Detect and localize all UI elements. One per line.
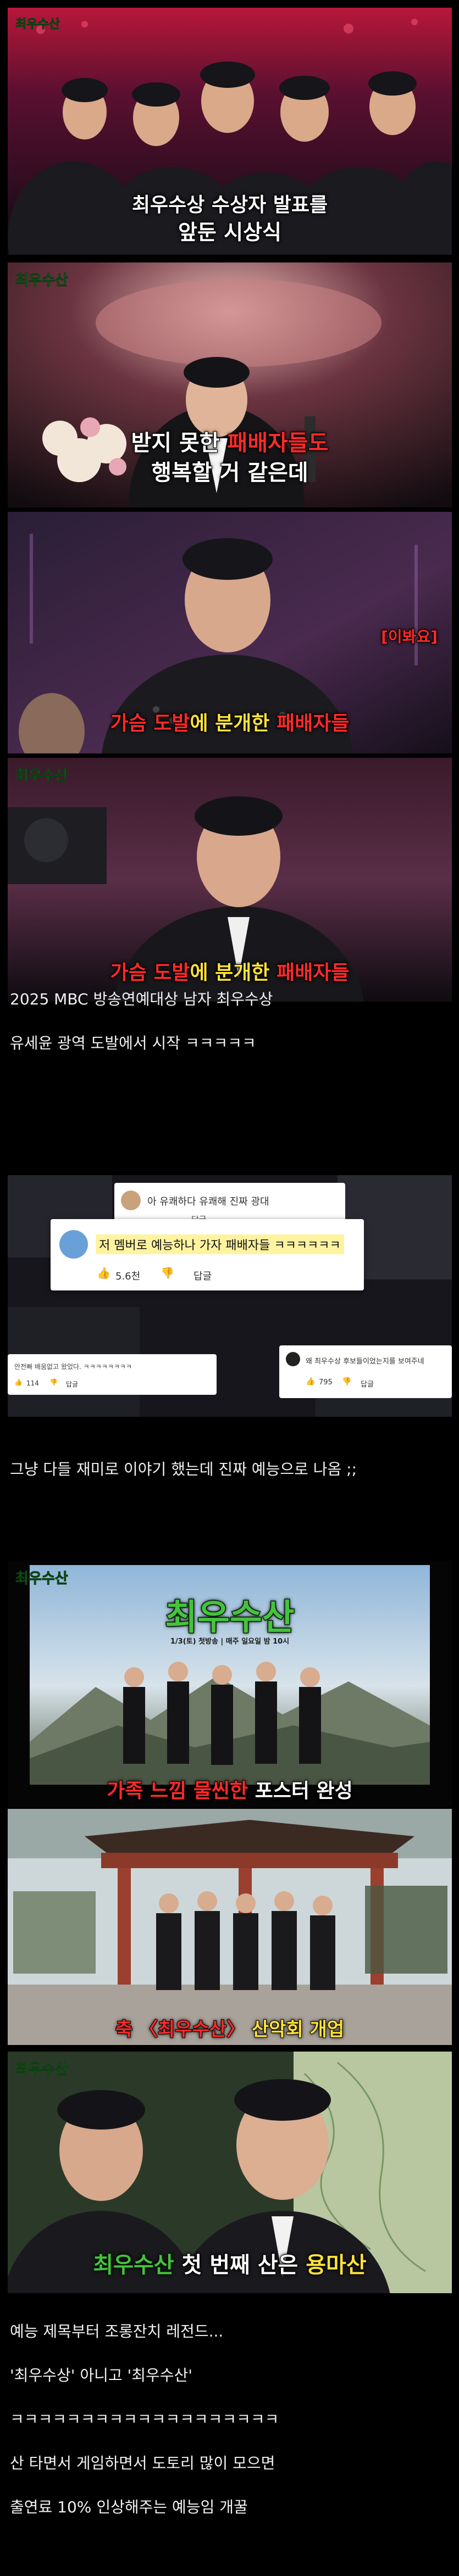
post-text-2-line1: 그냥 다들 재미로 이야기 했는데 진짜 예능으로 나옴 ;;: [10, 1460, 357, 1478]
scene2-caption-line1-highlight: 패배자들도: [227, 430, 329, 456]
comment-4-text: 왜 최우수상 후보들이었는지를 보여주네: [306, 1357, 424, 1366]
post-text-3-line3: ㅋㅋㅋㅋㅋㅋㅋㅋㅋㅋㅋㅋㅋㅋㅋㅋㅋㅋㅋ: [10, 2410, 279, 2428]
comment-2-like-icon[interactable]: 👍: [97, 1266, 110, 1279]
scene5-logo: 최우수산: [15, 1571, 69, 1588]
scene5-caption: 가족 느낌 물씬한 포스터 완성: [8, 1775, 452, 1803]
scene3-caption: 가슴 도발에 분개한 패배자들: [8, 707, 452, 736]
comments-collage: 아 유쾌하다 유쾌해 진짜 광대 답글 저 멤버로 예능하나 가자 패배자들 ㅋ…: [8, 1175, 452, 1417]
comment-card-4: 왜 최우수상 후보들이었는지를 보여주네 👍 795 👎 답글: [279, 1345, 452, 1398]
comment-4-likes: 795: [319, 1378, 333, 1387]
scene2-caption-line1: 받지 못한 패배자들도: [8, 425, 452, 457]
post-text-3-line4: 산 타면서 게임하면서 도토리 많이 모으면: [10, 2454, 275, 2472]
comment-card-3: 안전빠 배움없고 왔었다. ㅋㅋㅋㅋㅋㅋㅋㅋ 👍 114 👎 답글: [8, 1354, 217, 1395]
scene1-logo: 최우수산: [15, 18, 60, 32]
comment-4-like-icon[interactable]: 👍: [306, 1377, 315, 1386]
comment-card-2: 저 멤버로 예능하나 가자 패배자들 ㅋㅋㅋㅋㅋㅋ 👍 5.6천 👎 답글: [51, 1219, 364, 1290]
scene4-logo: 최우수산: [15, 768, 69, 785]
comment-3-likes: 114: [26, 1379, 39, 1387]
scene3-caption-highlight: 패배자들: [276, 712, 350, 735]
comment-2-likes: 5.6천: [115, 1271, 141, 1282]
scene7-caption-highlight: 용마산: [305, 2252, 367, 2278]
post-text-1-line2: 유세윤 광역 도발에서 시작 ㅋㅋㅋㅋㅋ: [10, 1034, 256, 1052]
scene4-photo: 최우수산 가슴 도발에 분개한 패배자들: [8, 758, 452, 1002]
scene2-caption-line1-pre: 받지 못한: [130, 430, 228, 456]
scene3-tag: [이봐요]: [380, 627, 438, 646]
comment-4-dislike-icon[interactable]: 👎: [342, 1377, 351, 1386]
scene7-logo: 최우수산: [15, 2061, 69, 2078]
comment-4-avatar: [286, 1352, 300, 1366]
scene2-photo: 최우수산 받지 못한 패배자들도 행복할 거 같은데: [8, 262, 452, 507]
comment-2-text: 저 멤버로 예능하나 가자 패배자들 ㅋㅋㅋㅋㅋㅋ: [96, 1234, 344, 1254]
scene5-poster-subtitle: 1/3(토) 첫방송 | 매주 일요일 밤 10시: [170, 1638, 290, 1646]
post-text-3-line1: 예능 제목부터 조롱잔치 레전드...: [10, 2322, 224, 2340]
scene4-caption-mid: 에 분개한: [189, 961, 277, 985]
scene6-caption-highlight: 산악회 개업: [251, 2018, 345, 2041]
scene6-caption: 축 〈최우수산〉 산악회 개업: [8, 2014, 452, 2041]
comment-3-dislike-icon[interactable]: 👎: [49, 1378, 58, 1386]
scene5-caption-pre: 가족 느낌 물씬한: [106, 1779, 255, 1803]
scene1-photo: 최우수산 최우수상 수상자 발표를 앞둔 시상식: [8, 8, 452, 255]
scene7-caption-mid: 첫 번째 산은: [174, 2252, 306, 2278]
scene4-caption: 가슴 도발에 분개한 패배자들: [8, 957, 452, 985]
comment-1-avatar: [121, 1191, 141, 1210]
scene5-title: 최우수산: [164, 1597, 296, 1639]
scene4-caption-highlight: 패배자들: [276, 961, 350, 985]
post-text-3-line2: '최우수상' 아니고 '최우수산': [10, 2366, 192, 2384]
comment-2-avatar: [59, 1230, 88, 1259]
comment-2-dislike-icon[interactable]: 👎: [161, 1266, 174, 1279]
scene7-photo: 최우수산 최우수산 첫 번째 산은 용마산: [8, 2052, 452, 2293]
scene2-caption-line2: 행복할 거 같은데: [151, 460, 308, 486]
scene5-photo: 최우수산 최우수산 1/3(토) 첫방송 | 매주 일요일 밤 10시 가족 느…: [8, 1561, 452, 1808]
scene3-photo: [이봐요] 가슴 도발에 분개한 패배자들: [8, 512, 452, 753]
post-text-3-line5: 출연료 10% 인상해주는 예능임 개꿀: [10, 2498, 248, 2516]
comment-4-reply-button[interactable]: 답글: [361, 1378, 374, 1389]
scene3-caption-pre: 가슴 도발: [109, 712, 190, 735]
scene6-caption-pre: 축 〈최우수산〉: [115, 2018, 252, 2041]
scene2-logo: 최우수산: [15, 272, 69, 289]
comment-3-like-icon[interactable]: 👍: [14, 1378, 23, 1386]
comment-1-text: 아 유쾌하다 유쾌해 진짜 광대: [147, 1196, 269, 1208]
scene6-photo: 축 〈최우수산〉 산악회 개업: [8, 1809, 452, 2045]
comment-2-reply-button[interactable]: 답글: [193, 1269, 212, 1283]
comment-3-text: 안전빠 배움없고 왔었다. ㅋㅋㅋㅋㅋㅋㅋㅋ: [14, 1363, 132, 1371]
scene7-caption: 최우수산 첫 번째 산은 용마산: [8, 2247, 452, 2279]
scene5-caption-highlight: 포스터 완성: [255, 1779, 353, 1803]
post-text-1-line1: 2025 MBC 방송연예대상 남자 최우수상: [10, 990, 273, 1008]
scene4-caption-pre: 가슴 도발: [109, 961, 190, 985]
scene1-caption-line2: 앞둔 시상식: [178, 220, 282, 245]
comment-3-reply-button[interactable]: 답글: [66, 1379, 78, 1389]
scene1-caption-line1: 최우수상 수상자 발표를: [131, 193, 328, 217]
scene7-caption-logo: 최우수산: [92, 2252, 174, 2278]
scene3-caption-mid: 에 분개한: [189, 712, 277, 735]
